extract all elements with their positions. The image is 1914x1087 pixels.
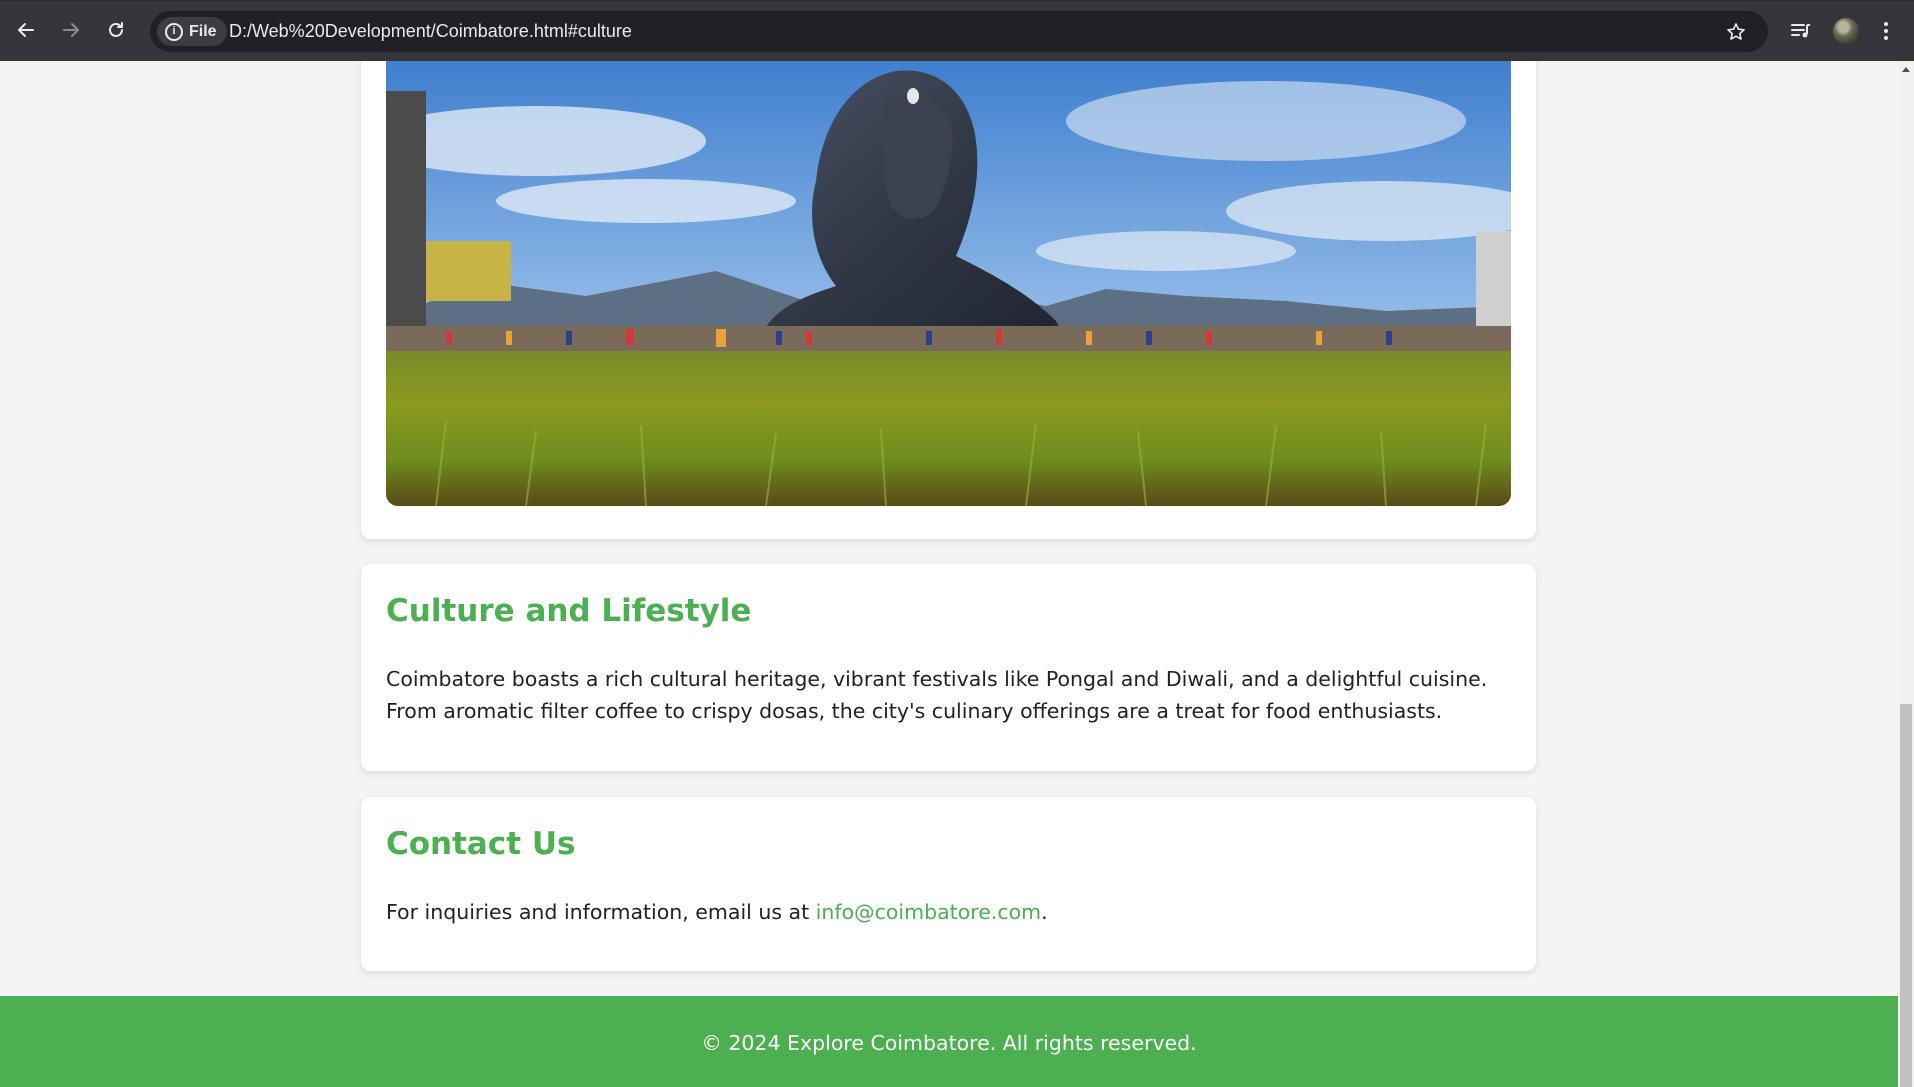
forward-arrow-icon[interactable] xyxy=(55,14,87,46)
scroll-up-arrow-icon[interactable] xyxy=(1902,67,1910,72)
reload-icon[interactable] xyxy=(100,14,132,46)
info-icon: i xyxy=(165,22,183,41)
page-viewport: Culture and Lifestyle Coimbatore boasts … xyxy=(0,61,1898,1087)
more-menu-icon[interactable] xyxy=(1874,14,1898,48)
site-info-label: File xyxy=(189,22,217,40)
star-icon[interactable] xyxy=(1721,17,1750,46)
browser-toolbar: i File D:/Web%20Development/Coimbatore.h… xyxy=(0,0,1914,61)
culture-heading: Culture and Lifestyle xyxy=(386,593,752,629)
contact-text: For inquiries and information, email us … xyxy=(386,896,1516,928)
contact-text-before: For inquiries and information, email us … xyxy=(386,900,816,924)
scrollbar-thumb[interactable] xyxy=(1900,704,1912,1087)
profile-avatar[interactable] xyxy=(1829,14,1863,48)
back-arrow-icon[interactable] xyxy=(10,14,42,46)
site-info-chip[interactable]: i File xyxy=(157,17,227,46)
media-control-icon[interactable] xyxy=(1784,14,1818,48)
contact-heading: Contact Us xyxy=(386,826,576,862)
culture-section: Culture and Lifestyle Coimbatore boasts … xyxy=(361,564,1536,771)
contact-email-link[interactable]: info@coimbatore.com xyxy=(816,900,1041,924)
image-card xyxy=(361,61,1536,539)
vertical-scrollbar[interactable] xyxy=(1898,61,1914,1087)
page-footer: © 2024 Explore Coimbatore. All rights re… xyxy=(0,996,1898,1087)
address-bar[interactable]: i File D:/Web%20Development/Coimbatore.h… xyxy=(150,11,1768,52)
footer-copyright: © 2024 Explore Coimbatore. All rights re… xyxy=(701,1030,1197,1055)
adiyogi-photo xyxy=(386,61,1511,506)
url-text[interactable]: D:/Web%20Development/Coimbatore.html#cul… xyxy=(229,11,632,52)
contact-text-after: . xyxy=(1041,900,1048,924)
avatar xyxy=(1833,18,1859,44)
culture-description: Coimbatore boasts a rich cultural herita… xyxy=(386,667,1488,723)
contact-section: Contact Us For inquiries and information… xyxy=(361,797,1536,971)
